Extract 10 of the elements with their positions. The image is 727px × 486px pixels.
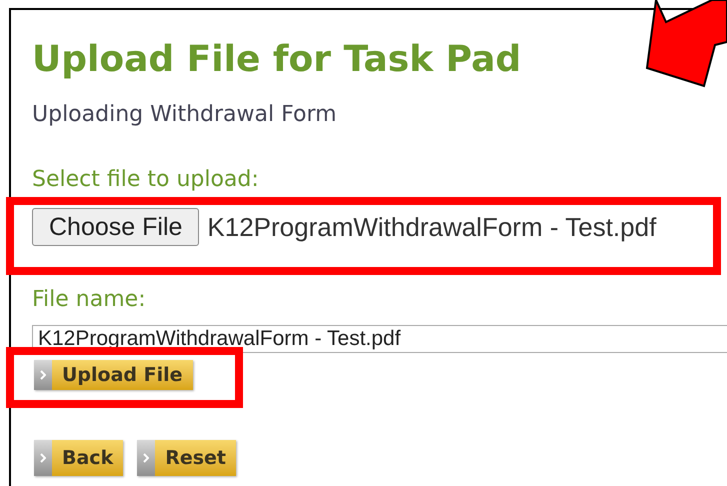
chevron-icon <box>40 370 46 380</box>
field-label: File name: <box>32 286 147 314</box>
page-title: Upload File for Task Pad <box>32 40 522 80</box>
chevron-icon <box>40 453 46 463</box>
chosen-file-name: K12ProgramWithdrawalForm - Test.pdf <box>207 210 656 244</box>
choose-file-button[interactable]: Choose File <box>32 208 200 246</box>
chevron-icon <box>143 453 150 463</box>
field-label: Select file to upload: <box>32 166 260 194</box>
file-name-field[interactable]: K12ProgramWithdrawalForm - Test.pdf <box>32 325 727 353</box>
subtitle: Uploading Withdrawal Form <box>32 101 338 129</box>
